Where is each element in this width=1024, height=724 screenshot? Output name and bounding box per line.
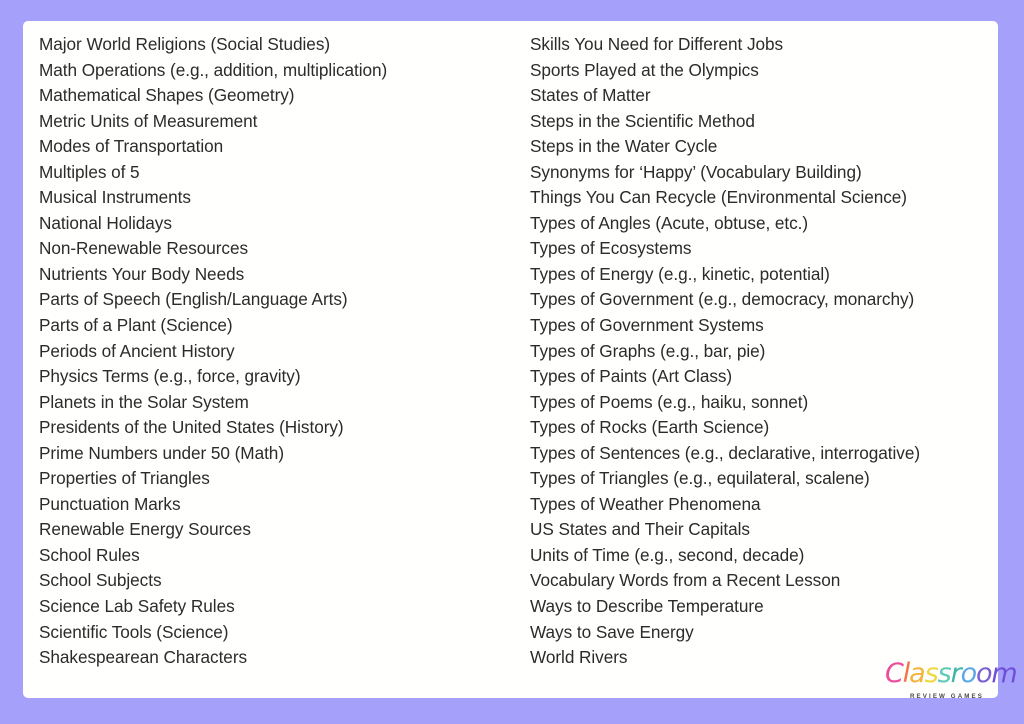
topic-item: Physics Terms (e.g., force, gravity) <box>39 366 301 387</box>
topic-columns: Major World Religions (Social Studies) Ma… <box>23 21 998 698</box>
logo-letter: s <box>924 658 939 689</box>
topic-item: National Holidays <box>39 212 172 233</box>
topic-column-right: Skills You Need for Different Jobs Sports… <box>530 32 998 671</box>
topic-item: Modes of Transportation <box>39 136 224 157</box>
topic-item: Mathematical Shapes (Geometry) <box>39 85 295 106</box>
content-card: Major World Religions (Social Studies) Ma… <box>23 21 1018 700</box>
topic-column-left: Major World Religions (Social Studies) Ma… <box>39 32 519 671</box>
topic-item: Major World Religions (Social Studies) <box>39 34 331 54</box>
logo-letter: a <box>909 658 926 689</box>
topic-item: Types of Rocks (Earth Science) <box>530 417 770 438</box>
topic-item: Types of Poems (e.g., haiku, sonnet) <box>530 391 809 412</box>
topic-item: Parts of Speech (English/Language Arts) <box>39 289 348 310</box>
topic-item: Non-Renewable Resources <box>39 238 249 259</box>
topic-item: Things You Can Recycle (Environmental Sc… <box>530 187 907 208</box>
topic-item: Types of Ecosystems <box>530 238 692 259</box>
topic-item: Types of Angles (Acute, obtuse, etc.) <box>530 212 809 233</box>
topic-item: Musical Instruments <box>39 187 191 208</box>
topic-item: Types of Paints (Art Class) <box>530 366 733 387</box>
topic-item: Math Operations (e.g., addition, multipl… <box>39 59 388 80</box>
logo-letter: o <box>960 658 978 689</box>
logo-wordmark: Classroom <box>885 657 1018 691</box>
topic-item: Skills You Need for Different Jobs <box>530 34 784 54</box>
classroom-review-games-logo: Classroom REVIEW GAMES <box>885 657 1018 709</box>
topic-item: Punctuation Marks <box>39 493 181 514</box>
topic-item: Planets in the Solar System <box>39 391 249 412</box>
topic-item: Science Lab Safety Rules <box>39 596 235 617</box>
topic-item: Ways to Save Energy <box>530 621 694 642</box>
topic-item: Steps in the Scientific Method <box>530 110 755 131</box>
logo-tagline: REVIEW GAMES <box>909 693 985 700</box>
topic-item: US States and Their Capitals <box>530 519 750 540</box>
logo-letter: C <box>885 658 904 689</box>
topic-item: Synonyms for ‘Happy’ (Vocabulary Buildin… <box>530 161 862 182</box>
poster-page: Major World Religions (Social Studies) Ma… <box>0 0 1024 724</box>
topic-item: Types of Energy (e.g., kinetic, potentia… <box>530 263 830 284</box>
topic-item: Prime Numbers under 50 (Math) <box>39 442 284 463</box>
topic-item: Metric Units of Measurement <box>39 110 258 131</box>
topic-item: Nutrients Your Body Needs <box>39 263 245 284</box>
topic-item: Multiples of 5 <box>39 161 140 182</box>
topic-item: Types of Triangles (e.g., equilateral, s… <box>530 468 870 489</box>
topic-item: Renewable Energy Sources <box>39 519 251 540</box>
topic-item: Presidents of the United States (History… <box>39 417 344 438</box>
topic-item: Units of Time (e.g., second, decade) <box>530 544 805 565</box>
topic-item: States of Matter <box>530 85 651 106</box>
topic-item: Ways to Describe Temperature <box>530 596 764 617</box>
topic-item: Types of Weather Phenomena <box>530 493 761 514</box>
logo-letter: m <box>991 658 1017 689</box>
topic-item: Vocabulary Words from a Recent Lesson <box>530 570 841 591</box>
topic-item: Parts of a Plant (Science) <box>39 315 233 336</box>
topic-item: Types of Graphs (e.g., bar, pie) <box>530 340 766 361</box>
logo-letter: s <box>937 658 952 689</box>
topic-item: Periods of Ancient History <box>39 340 235 361</box>
topic-item: Types of Government Systems <box>530 315 764 336</box>
logo-letter: o <box>976 658 993 689</box>
topic-item: Sports Played at the Olympics <box>530 59 759 80</box>
logo-letter: r <box>950 658 962 689</box>
topic-item: Types of Government (e.g., democracy, mo… <box>530 289 915 310</box>
topic-item: School Rules <box>39 544 140 565</box>
topic-item: Properties of Triangles <box>39 468 210 489</box>
topic-item: School Subjects <box>39 570 162 591</box>
topic-item: Scientific Tools (Science) <box>39 621 229 642</box>
topic-item: Types of Sentences (e.g., declarative, i… <box>530 442 921 463</box>
topic-item: Shakespearean Characters <box>39 647 248 668</box>
topic-item: Steps in the Water Cycle <box>530 136 718 157</box>
